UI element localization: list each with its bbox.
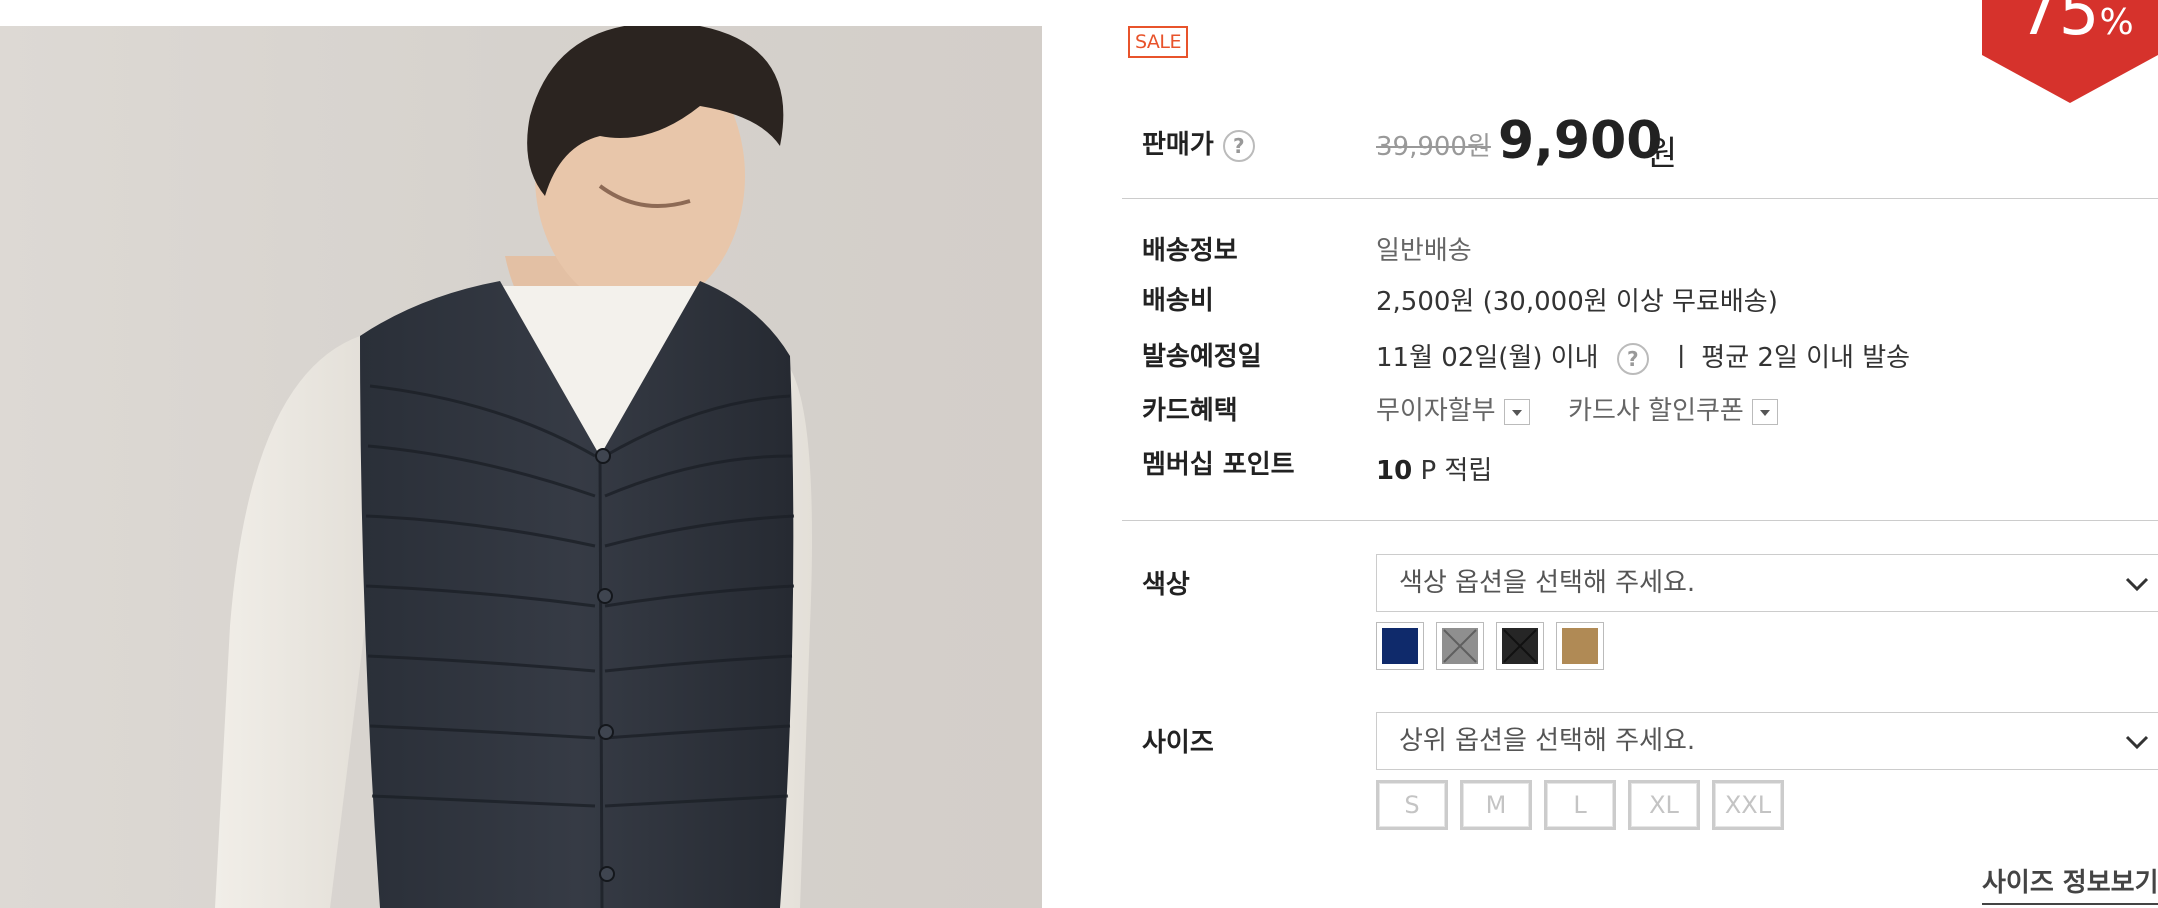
size-info-link[interactable]: 사이즈 정보보기 xyxy=(1982,862,2158,905)
card-coupon-dropdown[interactable]: 카드사 할인쿠폰 xyxy=(1568,396,1778,426)
sale-price: 9,900 xyxy=(1498,111,1663,171)
swatch-gray[interactable] xyxy=(1436,622,1484,670)
swatch-camel[interactable] xyxy=(1556,622,1604,670)
divider xyxy=(1122,198,2158,199)
original-price: 39,900원 xyxy=(1376,132,1491,162)
installment-dropdown[interactable]: 무이자할부 xyxy=(1376,396,1530,426)
currency-unit: 원 xyxy=(1646,134,1678,174)
divider xyxy=(1122,520,2158,521)
discount-percent: 75% xyxy=(2018,0,2134,50)
dispatch-help-icon[interactable]: ? xyxy=(1616,342,1649,375)
card-benefit-label: 카드혜택 xyxy=(1142,396,1238,426)
product-image xyxy=(0,26,1042,908)
chevron-down-icon[interactable] xyxy=(1751,398,1778,425)
size-select[interactable]: 상위 옵션을 선택해 주세요. xyxy=(1376,712,2158,770)
chevron-down-icon xyxy=(2125,735,2149,750)
dispatch-label: 발송예정일 xyxy=(1142,342,1262,372)
chevron-down-icon[interactable] xyxy=(1503,398,1530,425)
shipping-value: 일반배송 xyxy=(1376,236,1472,266)
price-label: 판매가 ? xyxy=(1142,124,1255,162)
size-button-l[interactable]: L xyxy=(1544,780,1616,830)
shipping-label: 배송정보 xyxy=(1142,236,1238,266)
card-benefits: 무이자할부 카드사 할인쿠폰 xyxy=(1376,390,1778,427)
color-select[interactable]: 색상 옵션을 선택해 주세요. xyxy=(1376,554,2158,612)
size-label: 사이즈 xyxy=(1142,728,1214,758)
sale-badge: SALE xyxy=(1128,26,1188,58)
swatch-navy[interactable] xyxy=(1376,622,1424,670)
size-button-xxl[interactable]: XXL xyxy=(1712,780,1784,830)
soldout-cross-icon xyxy=(1443,629,1477,663)
color-label: 색상 xyxy=(1142,570,1190,600)
size-button-m[interactable]: M xyxy=(1460,780,1532,830)
fee-value: 2,500원 (30,000원 이상 무료배송) xyxy=(1376,287,1778,317)
price-help-icon[interactable]: ? xyxy=(1222,129,1255,162)
membership-label: 멤버십 포인트 xyxy=(1142,450,1295,480)
membership-points: 10 P 적립 xyxy=(1376,456,1493,486)
dispatch-value: 11월 02일(월) 이내 ? ㅣ 평균 2일 이내 발송 xyxy=(1376,342,1911,375)
fee-label: 배송비 xyxy=(1142,286,1214,316)
size-button-s[interactable]: S xyxy=(1376,780,1448,830)
soldout-cross-icon xyxy=(1503,629,1537,663)
dispatch-average: ㅣ 평균 2일 이내 발송 xyxy=(1669,343,1911,373)
chevron-down-icon xyxy=(2125,577,2149,592)
swatch-black[interactable] xyxy=(1496,622,1544,670)
discount-ribbon: 75% xyxy=(1982,0,2158,105)
size-button-xl[interactable]: XL xyxy=(1628,780,1700,830)
